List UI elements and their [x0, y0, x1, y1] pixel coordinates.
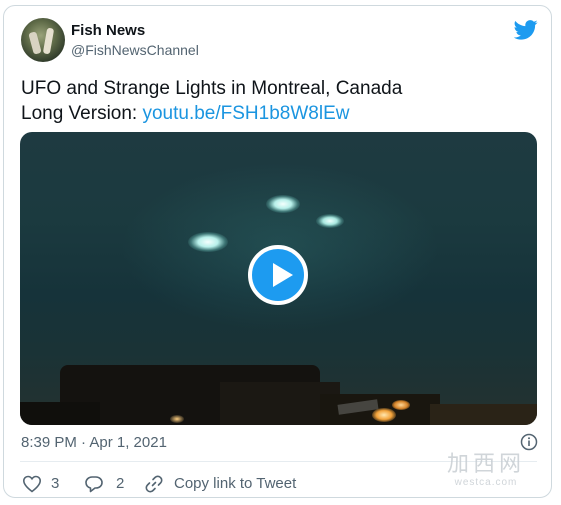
author-handle[interactable]: @FishNewsChannel [71, 41, 199, 59]
like-count: 3 [51, 475, 60, 492]
info-icon[interactable] [520, 433, 538, 451]
tweet-timestamp[interactable]: 8:39 PM · Apr 1, 2021 [21, 434, 167, 452]
video-thumbnail[interactable] [20, 132, 537, 425]
street-light [170, 415, 184, 423]
avatar-figure [42, 27, 55, 55]
building-silhouette [430, 404, 537, 425]
play-icon[interactable] [248, 245, 308, 305]
heart-icon [22, 475, 42, 493]
light-orb [316, 214, 344, 228]
tweet-text-line1: UFO and Strange Lights in Montreal, Cana… [21, 78, 403, 99]
light-orb [188, 232, 228, 252]
building-silhouette [20, 402, 100, 425]
light-orb [266, 195, 300, 213]
watermark: 加西网 westca.com [432, 453, 540, 489]
reply-count: 2 [116, 475, 125, 492]
street-light [392, 400, 410, 410]
reply-icon [85, 476, 103, 493]
author-name[interactable]: Fish News [71, 22, 145, 40]
watermark-text: 加西网 [446, 452, 525, 477]
twitter-bird-icon[interactable] [514, 20, 538, 40]
watermark-url: westca.com [454, 477, 518, 488]
tweet-card: Fish News @FishNewsChannel UFO and Stran… [3, 5, 552, 498]
copy-link-label: Copy link to Tweet [174, 475, 297, 492]
tweet-text-line2: Long Version: youtu.be/FSH1b8W8lEw [21, 101, 541, 126]
tweet-text: UFO and Strange Lights in Montreal, Cana… [21, 76, 541, 126]
tweet-text-prefix: Long Version: [21, 103, 143, 124]
street-light [372, 408, 396, 422]
tweet-link[interactable]: youtu.be/FSH1b8W8lEw [142, 103, 349, 124]
avatar-figure [28, 31, 42, 55]
link-icon [145, 475, 163, 493]
avatar[interactable] [21, 18, 65, 62]
